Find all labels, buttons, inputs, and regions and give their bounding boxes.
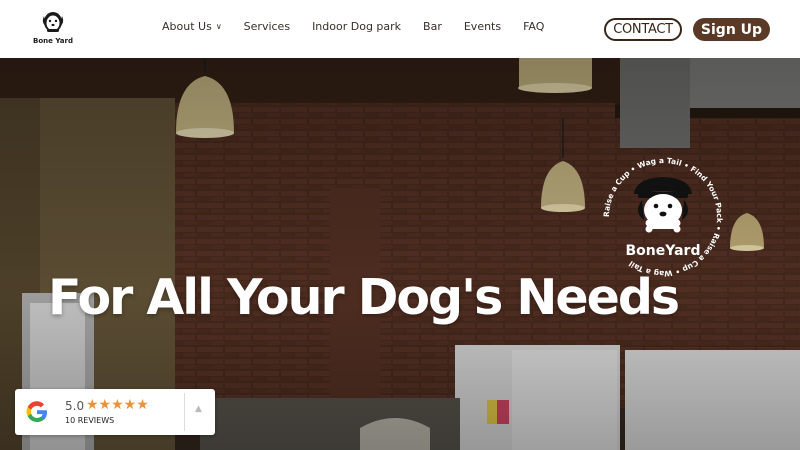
sign-up-button[interactable]: Sign Up <box>693 18 770 41</box>
nav-item-events[interactable]: Events <box>464 20 501 33</box>
google-icon <box>26 401 47 423</box>
nav-label: About Us <box>162 20 212 33</box>
nav-item-indoor-dog-park[interactable]: Indoor Dog park <box>312 20 401 33</box>
dog-logo-icon <box>42 12 64 32</box>
boneyard-badge-logo: Raise a Cup • Wag a Tail • Find Your Pac… <box>602 156 724 278</box>
nav-label: Events <box>463 20 502 33</box>
chevron-down-icon: ∨ <box>215 22 222 31</box>
star-rating-icon: ★★★★★ <box>86 397 149 413</box>
widget-divider <box>184 393 185 431</box>
site-logo[interactable]: Bone Yard <box>33 10 73 48</box>
review-count: 10 REVIEWS <box>65 416 115 425</box>
nav-item-about-us[interactable]: About Us ∨ <box>162 20 222 33</box>
nav-item-bar[interactable]: Bar <box>423 20 442 33</box>
nav-label: Bar <box>423 20 442 33</box>
rating-value: 5.0 <box>65 399 85 413</box>
hero-headline: For All Your Dog's Needs <box>48 269 680 326</box>
nav-item-services[interactable]: Services <box>244 20 290 33</box>
nav-label: FAQ <box>523 20 545 33</box>
chevron-up-icon[interactable]: ▲ <box>195 404 202 414</box>
contact-button[interactable]: CONTACT <box>604 18 682 41</box>
badge-brand-text: BoneYard <box>626 243 701 259</box>
nav-label: Indoor Dog park <box>312 20 402 33</box>
nav-label: Services <box>243 20 291 33</box>
google-reviews-widget[interactable]: 5.0 ★★★★★ 10 REVIEWS ▲ <box>15 389 215 435</box>
logo-text: Bone Yard <box>33 37 73 45</box>
site-header: Bone Yard About Us ∨ Services Indoor Dog… <box>0 0 800 58</box>
main-nav: About Us ∨ Services Indoor Dog park Bar … <box>162 20 566 33</box>
nav-item-faq[interactable]: FAQ <box>523 20 544 33</box>
